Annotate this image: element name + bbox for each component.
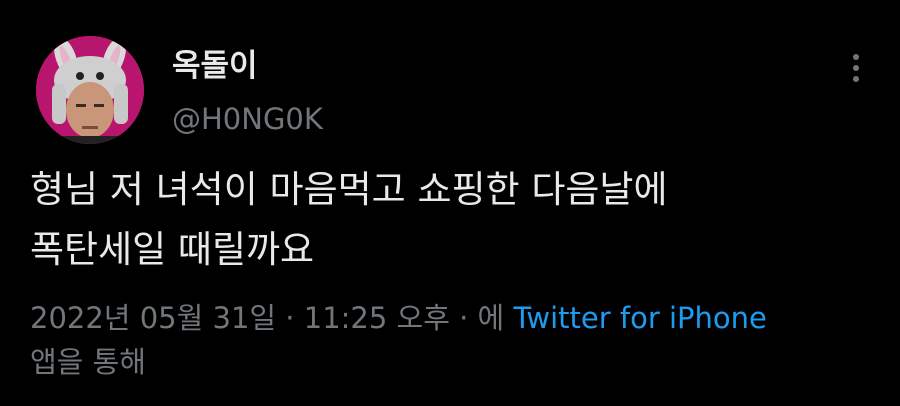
avatar[interactable] [36,36,144,144]
tweet-text-line2: 폭탄세일 때릴까요 [30,228,315,271]
tweet-text-line1: 형님 저 녀석이 마음먹고 쇼핑한 다음날에 [30,168,668,211]
source-suffix: 앱을 통해 [30,345,146,379]
source-link[interactable]: Twitter for iPhone [513,301,766,335]
timestamp[interactable]: 2022년 05월 31일 · 11:25 오후 · 에 [30,301,504,335]
more-button[interactable] [838,50,874,86]
tweet-text: 형님 저 녀석이 마음먹고 쇼핑한 다음날에폭탄세일 때릴까요 [30,160,870,280]
tweet: 옥돌이 @H0NG0K 형님 저 녀석이 마음먹고 쇼핑한 다음날에폭탄세일 때… [0,0,900,406]
user-handle[interactable]: @H0NG0K [172,100,323,138]
more-vertical-icon [853,54,859,82]
avatar-image [36,36,144,144]
tweet-meta: 2022년 05월 31일 · 11:25 오후 · 에 Twitter for… [30,296,870,384]
display-name[interactable]: 옥돌이 [172,46,258,86]
